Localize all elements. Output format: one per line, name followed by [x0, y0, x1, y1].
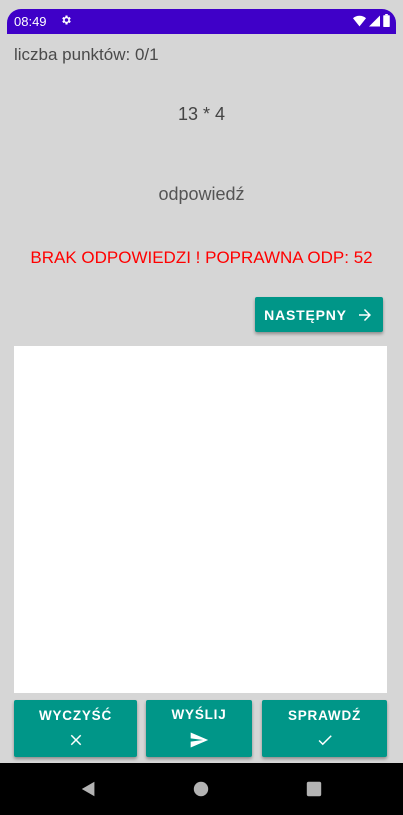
next-button-label: NASTĘPNY — [264, 306, 347, 323]
signal-icon — [369, 15, 380, 26]
send-button[interactable]: WYŚLIJ — [146, 700, 252, 757]
points-label: liczba punktów: 0/1 — [14, 45, 159, 64]
question-text: 13 * 4 — [177, 104, 226, 124]
feedback-message: BRAK ODPOWIEDZI ! POPRAWNA ODP: 52 — [30, 248, 373, 267]
navigation-bar — [0, 763, 403, 815]
arrow-right-icon — [358, 308, 371, 321]
close-icon — [70, 734, 81, 746]
send-icon — [190, 732, 209, 748]
recents-icon[interactable] — [305, 780, 323, 798]
status-bar: 08:49 — [7, 9, 396, 34]
status-icons — [353, 14, 390, 27]
check-button[interactable]: SPRAWDŹ — [262, 700, 387, 757]
send-button-label: WYŚLIJ — [171, 707, 227, 722]
main-content: liczba punktów: 0/1 13 * 4 odpowiedź BRA… — [7, 34, 396, 763]
next-button[interactable]: NASTĘPNY — [255, 297, 383, 332]
wifi-icon — [353, 15, 366, 26]
home-icon[interactable] — [192, 780, 210, 798]
back-icon[interactable] — [80, 780, 98, 798]
gear-icon — [62, 15, 71, 25]
status-time: 08:49 — [14, 14, 47, 29]
phone-screen: 08:49 liczba punktów: 0/1 13 * 4 odpowie… — [0, 0, 403, 815]
clear-button-label: WYCZYŚĆ — [38, 708, 113, 723]
check-icon — [318, 735, 332, 746]
battery-icon — [383, 14, 390, 27]
answer-field[interactable]: odpowiedź — [7, 184, 396, 205]
clear-button[interactable]: WYCZYŚĆ — [14, 700, 137, 757]
check-button-label: SPRAWDŹ — [287, 708, 362, 723]
drawing-canvas[interactable] — [14, 346, 387, 693]
